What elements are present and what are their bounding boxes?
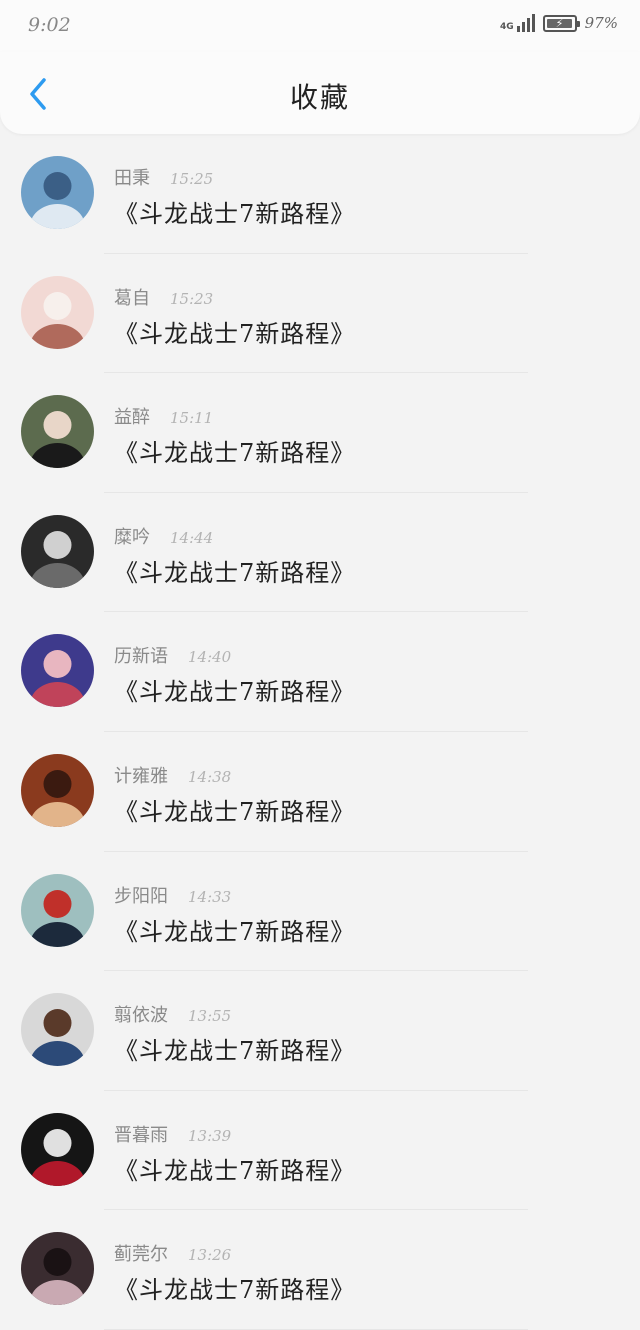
item-time: 13:55 — [188, 1007, 232, 1026]
item-meta: 田秉 15:25 — [114, 164, 213, 190]
avatar[interactable] — [21, 156, 94, 229]
item-message: 《斗龙战士7新路程》 — [114, 200, 356, 228]
sender-name: 田秉 — [114, 168, 150, 189]
avatar-image — [21, 634, 94, 708]
avatar-image — [21, 1232, 94, 1306]
avatar-image — [21, 514, 94, 588]
avatar[interactable] — [21, 275, 94, 349]
avatar-image — [21, 1112, 94, 1186]
sender-name: 历新语 — [114, 646, 168, 668]
sender-name: 步阳阳 — [114, 885, 168, 907]
item-time: 13:39 — [188, 1126, 232, 1145]
item-time: 14:38 — [188, 767, 232, 786]
item-message: 《斗龙战士7新路程》 — [114, 678, 356, 707]
item-meta: 蓟莞尔 13:26 — [114, 1240, 231, 1266]
sender-name: 益醉 — [114, 407, 150, 429]
sender-name: 蓟莞尔 — [114, 1244, 168, 1266]
item-meta: 晋暮雨 13:39 — [114, 1121, 231, 1147]
list-item[interactable]: 葛自 15:23 《斗龙战士7新路程》 — [0, 254, 640, 374]
list-item[interactable]: 益醉 15:11 《斗龙战士7新路程》 — [0, 373, 640, 493]
list-item[interactable]: 步阳阳 14:33 《斗龙战士7新路程》 — [0, 852, 640, 972]
avatar[interactable] — [21, 634, 94, 708]
item-message: 《斗龙战士7新路程》 — [114, 917, 356, 946]
item-message: 《斗龙战士7新路程》 — [114, 558, 356, 587]
item-time: 13:26 — [188, 1246, 232, 1265]
avatar[interactable] — [21, 753, 94, 827]
sender-name: 翦依波 — [114, 1005, 168, 1027]
avatar-image — [21, 873, 94, 947]
avatar-image — [21, 753, 94, 827]
list-item[interactable]: 田秉 15:25 《斗龙战士7新路程》 — [0, 134, 640, 254]
item-time: 15:11 — [170, 409, 214, 428]
item-message: 《斗龙战士7新路程》 — [114, 1156, 356, 1185]
list-item[interactable]: 晋暮雨 13:39 《斗龙战士7新路程》 — [0, 1091, 640, 1211]
item-time: 15:25 — [170, 170, 214, 188]
item-time: 15:23 — [170, 289, 214, 308]
sender-name: 计雍雅 — [114, 765, 168, 787]
item-meta: 计雍雅 14:38 — [114, 762, 231, 788]
item-time: 14:44 — [170, 528, 214, 547]
app-header: 收藏 — [0, 52, 640, 134]
list-item[interactable]: 历新语 14:40 《斗龙战士7新路程》 — [0, 612, 640, 732]
avatar[interactable] — [21, 993, 94, 1067]
avatar[interactable] — [21, 1112, 94, 1186]
item-meta: 益醉 15:11 — [114, 403, 213, 429]
avatar-image — [21, 395, 94, 469]
item-message: 《斗龙战士7新路程》 — [114, 1037, 356, 1066]
item-meta: 步阳阳 14:33 — [114, 882, 231, 908]
item-time: 14:40 — [188, 648, 232, 667]
page-title: 收藏 — [289, 81, 350, 114]
favorites-list: 田秉 15:25 《斗龙战士7新路程》 葛自 15:23 《斗龙战士7新路程》 益醉 15:1… — [0, 134, 640, 1330]
battery-percent: 97% — [584, 14, 618, 32]
item-meta: 翦依波 13:55 — [114, 1001, 231, 1027]
item-message: 《斗龙战士7新路程》 — [114, 1276, 356, 1305]
battery-icon: ⚡ — [542, 14, 580, 32]
list-item[interactable]: 翦依波 13:55 《斗龙战士7新路程》 — [0, 971, 640, 1091]
avatar[interactable] — [21, 873, 94, 947]
item-meta: 历新语 14:40 — [114, 642, 231, 668]
network-type: 4G — [500, 22, 514, 32]
item-meta: 糜吟 14:44 — [114, 523, 213, 549]
list-item[interactable]: 计雍雅 14:38 《斗龙战士7新路程》 — [0, 732, 640, 852]
sender-name: 葛自 — [114, 287, 150, 309]
status-indicators: 4G ⚡ 97% — [500, 14, 618, 32]
avatar-image — [21, 156, 94, 229]
avatar[interactable] — [21, 395, 94, 469]
item-message: 《斗龙战士7新路程》 — [114, 797, 356, 826]
status-bar: 9:02 4G ⚡ 97% — [0, 0, 640, 52]
avatar[interactable] — [21, 514, 94, 588]
item-message: 《斗龙战士7新路程》 — [114, 439, 356, 468]
status-time: 9:02 — [28, 14, 71, 36]
sender-name: 晋暮雨 — [114, 1124, 168, 1146]
item-message: 《斗龙战士7新路程》 — [114, 319, 356, 348]
item-meta: 葛自 15:23 — [114, 284, 213, 310]
sender-name: 糜吟 — [114, 526, 150, 548]
avatar-image — [21, 275, 94, 349]
avatar[interactable] — [21, 1232, 94, 1306]
list-item[interactable]: 蓟莞尔 13:26 《斗龙战士7新路程》 — [0, 1210, 640, 1330]
list-item[interactable]: 糜吟 14:44 《斗龙战士7新路程》 — [0, 493, 640, 613]
avatar-image — [21, 993, 94, 1067]
signal-strength-icon: 4G — [500, 14, 535, 32]
item-time: 14:33 — [188, 887, 232, 906]
